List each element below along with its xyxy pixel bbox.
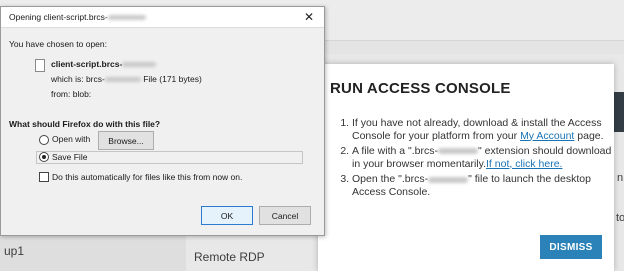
modal-title: RUN ACCESS CONSOLE [330, 80, 511, 97]
background-row-label[interactable]: up1 [4, 244, 24, 258]
click-here-link[interactable]: If not, click here. [486, 158, 562, 170]
redacted-text [107, 15, 146, 21]
file-source: from: blob: [51, 89, 92, 99]
dialog-title: Opening client-script.brcs- [9, 12, 146, 22]
file-type: which is: brcs- File (171 bytes) [51, 74, 202, 84]
step-text: A file with a ".brcs- [352, 145, 439, 158]
close-icon[interactable]: ✕ [301, 9, 317, 25]
dialog-question: What should Firefox do with this file? [9, 119, 161, 129]
file-icon [35, 59, 45, 72]
instruction-step: If you have not already, download & inst… [352, 117, 620, 142]
auto-checkbox-label[interactable]: Do this automatically for files like thi… [52, 172, 242, 182]
step-text: page. [574, 129, 604, 142]
ok-button[interactable]: OK [201, 206, 253, 225]
my-account-link[interactable]: My Account [520, 130, 574, 142]
background-row-label[interactable]: Remote RDP [194, 250, 265, 264]
file-name: client-script.brcs- [51, 59, 157, 69]
redacted-text [122, 62, 157, 68]
save-file-radio[interactable] [39, 152, 49, 162]
file-name-text: client-script.brcs- [51, 59, 123, 69]
dialog-titlebar: Opening client-script.brcs- ✕ [1, 7, 324, 28]
step-text: Open the ".brcs- [352, 173, 429, 186]
save-file-label[interactable]: Save File [52, 152, 87, 162]
instruction-step: A file with a ".brcs-" extension should … [352, 145, 620, 170]
dismiss-button[interactable]: DISMISS [540, 235, 602, 259]
open-with-radio[interactable] [39, 135, 49, 145]
browse-button[interactable]: Browse... [98, 131, 154, 150]
firefox-download-dialog: Opening client-script.brcs- ✕ You have c… [0, 6, 325, 236]
auto-checkbox[interactable] [39, 172, 49, 182]
cancel-button[interactable]: Cancel [259, 206, 311, 225]
background-edge-text: to [616, 212, 624, 224]
redacted-text [104, 77, 141, 83]
chosen-label: You have chosen to open: [9, 39, 107, 49]
file-type-text: which is: brcs- [51, 74, 105, 84]
dialog-title-text: Opening client-script.brcs- [9, 12, 108, 22]
instruction-step: Open the ".brcs-" file to launch the des… [352, 173, 620, 198]
open-with-label[interactable]: Open with [52, 134, 90, 144]
file-size-text: File (171 bytes) [140, 74, 202, 84]
redacted-text [428, 176, 469, 183]
instructions-list: If you have not already, download & inst… [330, 117, 620, 202]
redacted-text [438, 148, 479, 155]
run-access-console-modal: RUN ACCESS CONSOLE If you have not alrea… [318, 64, 614, 271]
